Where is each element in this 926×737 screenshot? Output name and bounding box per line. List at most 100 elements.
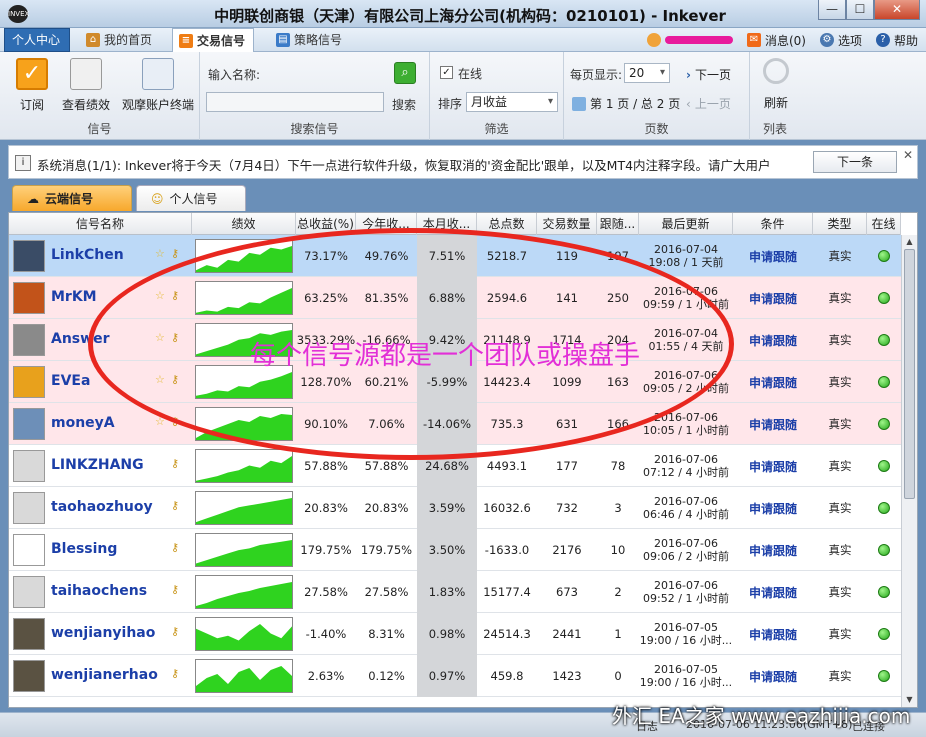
signal-name[interactable]: wenjianerhao xyxy=(51,667,158,683)
performance-sparkline xyxy=(195,239,293,273)
signal-name[interactable]: taohaozhuoy xyxy=(51,499,153,515)
column-header[interactable]: 总点数 xyxy=(477,213,537,235)
column-header[interactable]: 今年收... xyxy=(356,213,417,235)
apply-follow-link[interactable]: 申请跟随 xyxy=(749,626,797,643)
help-label: 帮助 xyxy=(893,33,918,48)
table-row[interactable]: moneyA ☆ ⚷ 90.10% 7.06% -14.06% 735.3 631 166 201… xyxy=(9,403,901,445)
signal-name[interactable]: wenjianyihao xyxy=(51,625,155,641)
total-points-cell: 2594.6 xyxy=(486,291,528,305)
page-info: 第 1 页 / 总 2 页 xyxy=(572,95,680,112)
view-performance-button[interactable]: 查看绩效 xyxy=(58,58,114,113)
nav-trade-signals[interactable]: ≡ 交易信号 xyxy=(172,28,255,52)
account-type-cell: 真实 xyxy=(828,543,852,557)
apply-follow-link[interactable]: 申请跟随 xyxy=(749,458,797,475)
messages-label: 消息(0) xyxy=(764,33,806,48)
apply-follow-link[interactable]: 申请跟随 xyxy=(749,584,797,601)
table-row[interactable]: EVEa ☆ ⚷ 128.70% 60.21% -5.99% 14423.4 1099 163 2… xyxy=(9,361,901,403)
online-cell xyxy=(867,403,901,445)
apply-follow-link[interactable]: 申请跟随 xyxy=(749,542,797,559)
column-header[interactable]: 总收益(%) xyxy=(296,213,356,235)
table-row[interactable]: LinkChen ☆ ⚷ 73.17% 49.76% 7.51% 5218.7 119 197 2… xyxy=(9,235,901,277)
close-button[interactable]: ✕ xyxy=(874,0,920,20)
scroll-up-icon[interactable]: ▲ xyxy=(902,235,917,249)
per-page-select[interactable]: 20 xyxy=(624,63,670,83)
last-update-cell: 2016-07-04 19:08 / 1 天前 xyxy=(639,235,733,277)
signal-name[interactable]: LINKZHANG xyxy=(51,457,144,473)
sort-select[interactable]: 月收益 xyxy=(466,92,558,112)
signal-name[interactable]: taihaochens xyxy=(51,583,147,599)
nav-strategy-signals[interactable]: ▤ 策略信号 xyxy=(270,28,350,52)
star-icon[interactable]: ☆ xyxy=(155,331,165,344)
signal-name[interactable]: Blessing xyxy=(51,541,117,557)
table-row[interactable]: taohaozhuoy ⚷ 20.83% 20.83% 3.59% 16032.6 732 3… xyxy=(9,487,901,529)
name-input[interactable] xyxy=(206,92,384,112)
apply-follow-link[interactable]: 申请跟随 xyxy=(749,248,797,265)
column-header[interactable]: 类型 xyxy=(813,213,867,235)
signal-name[interactable]: EVEa xyxy=(51,373,90,389)
column-header[interactable]: 在线 xyxy=(867,213,901,235)
table-row[interactable]: LINKZHANG ⚷ 57.88% 57.88% 24.68% 4493.1 177 78 2… xyxy=(9,445,901,487)
table-row[interactable]: MrKM ☆ ⚷ 63.25% 81.35% 6.88% 2594.6 141 250 2016-… xyxy=(9,277,901,319)
column-header[interactable]: 跟随... xyxy=(597,213,639,235)
signal-name-cell: EVEa ☆ ⚷ xyxy=(9,361,192,403)
tab-cloud-signals[interactable]: ☁ 云端信号 xyxy=(12,185,132,211)
nav-user-center[interactable]: 个人中心 xyxy=(4,28,70,52)
last-update-text: 2016-07-04 01:55 / 4 天前 xyxy=(649,327,724,353)
online-checkbox[interactable]: ✓ xyxy=(440,66,453,79)
apply-follow-link[interactable]: 申请跟随 xyxy=(749,290,797,307)
options-button[interactable]: ⚙ 选项 xyxy=(819,32,862,49)
search-icon[interactable]: ⌕ xyxy=(394,62,416,84)
signal-name[interactable]: Answer xyxy=(51,331,109,347)
scrollbar[interactable]: ▲ ▼ xyxy=(901,235,917,707)
table-row[interactable]: Blessing ⚷ 179.75% 179.75% 3.50% -1633.0 2176 1… xyxy=(9,529,901,571)
table-row[interactable]: wenjianyihao ⚷ -1.40% 8.31% 0.98% 24514.3 2441… xyxy=(9,613,901,655)
help-button[interactable]: ? 帮助 xyxy=(875,32,918,49)
star-icon[interactable]: ☆ xyxy=(155,289,165,302)
scroll-thumb[interactable] xyxy=(904,249,915,499)
signal-name[interactable]: LinkChen xyxy=(51,247,124,263)
star-icon[interactable]: ☆ xyxy=(155,373,165,386)
prev-page-button[interactable]: ‹ 上一页 xyxy=(686,95,731,112)
star-icon[interactable]: ☆ xyxy=(155,415,165,428)
refresh-button[interactable]: 刷新 xyxy=(754,58,798,111)
maximize-button[interactable]: ☐ xyxy=(846,0,874,20)
column-header[interactable]: 最后更新 xyxy=(639,213,733,235)
cloud-icon: ☁ xyxy=(27,191,39,206)
star-icon[interactable]: ☆ xyxy=(155,247,165,260)
column-header[interactable]: 条件 xyxy=(733,213,813,235)
last-update-text: 2016-07-04 19:08 / 1 天前 xyxy=(649,243,724,269)
refresh-label: 刷新 xyxy=(763,96,788,110)
close-message-icon[interactable]: ✕ xyxy=(903,148,913,162)
account-type-cell: 真实 xyxy=(828,333,852,347)
apply-follow-link[interactable]: 申请跟随 xyxy=(749,374,797,391)
tab-personal-signals[interactable]: ☺ 个人信号 xyxy=(136,185,246,211)
signal-name[interactable]: moneyA xyxy=(51,415,115,431)
column-header[interactable]: 绩效 xyxy=(192,213,296,235)
nav-home[interactable]: ⌂ 我的首页 xyxy=(80,28,160,52)
signal-name[interactable]: MrKM xyxy=(51,289,97,305)
apply-follow-link[interactable]: 申请跟随 xyxy=(749,668,797,685)
next-page-button[interactable]: › 下一页 xyxy=(686,66,731,83)
minimize-button[interactable]: — xyxy=(818,0,846,20)
column-header[interactable]: 本月收... xyxy=(417,213,477,235)
subscribe-button[interactable]: ✓ 订阅 xyxy=(10,58,54,113)
last-update-cell: 2016-07-06 09:05 / 2 小时前 xyxy=(639,361,733,403)
table-row[interactable]: wenjianerhao ⚷ 2.63% 0.12% 0.97% 459.8 1423 0 20… xyxy=(9,655,901,697)
last-update-text: 2016-07-06 09:06 / 2 小时前 xyxy=(643,537,729,563)
table-row[interactable]: taihaochens ⚷ 27.58% 27.58% 1.83% 15177.4 673 2… xyxy=(9,571,901,613)
search-button[interactable]: 搜索 xyxy=(392,96,416,113)
next-message-button[interactable]: 下一条 xyxy=(813,151,897,173)
column-header[interactable]: 交易数量 xyxy=(537,213,597,235)
table-row[interactable]: Answer ☆ ⚷ 3533.29% -16.66% 9.42% 21148.9 1714 2… xyxy=(9,319,901,361)
window-title: 中明联创商银（天津）有限公司上海分公司(机构码：0210101) - Inkev… xyxy=(214,7,726,25)
followers-cell: 163 xyxy=(607,375,629,389)
apply-follow-link[interactable]: 申请跟随 xyxy=(749,416,797,433)
apply-follow-link[interactable]: 申请跟随 xyxy=(749,332,797,349)
apply-follow-link[interactable]: 申请跟随 xyxy=(749,500,797,517)
column-header[interactable]: 信号名称 xyxy=(9,213,192,235)
checkbox-icon: ✓ xyxy=(16,58,48,90)
user-account[interactable] xyxy=(646,33,733,47)
performance-sparkline xyxy=(195,659,293,693)
messages-button[interactable]: ✉ 消息(0) xyxy=(746,32,806,49)
watch-terminal-button[interactable]: 观摩账户终端 xyxy=(118,58,198,113)
